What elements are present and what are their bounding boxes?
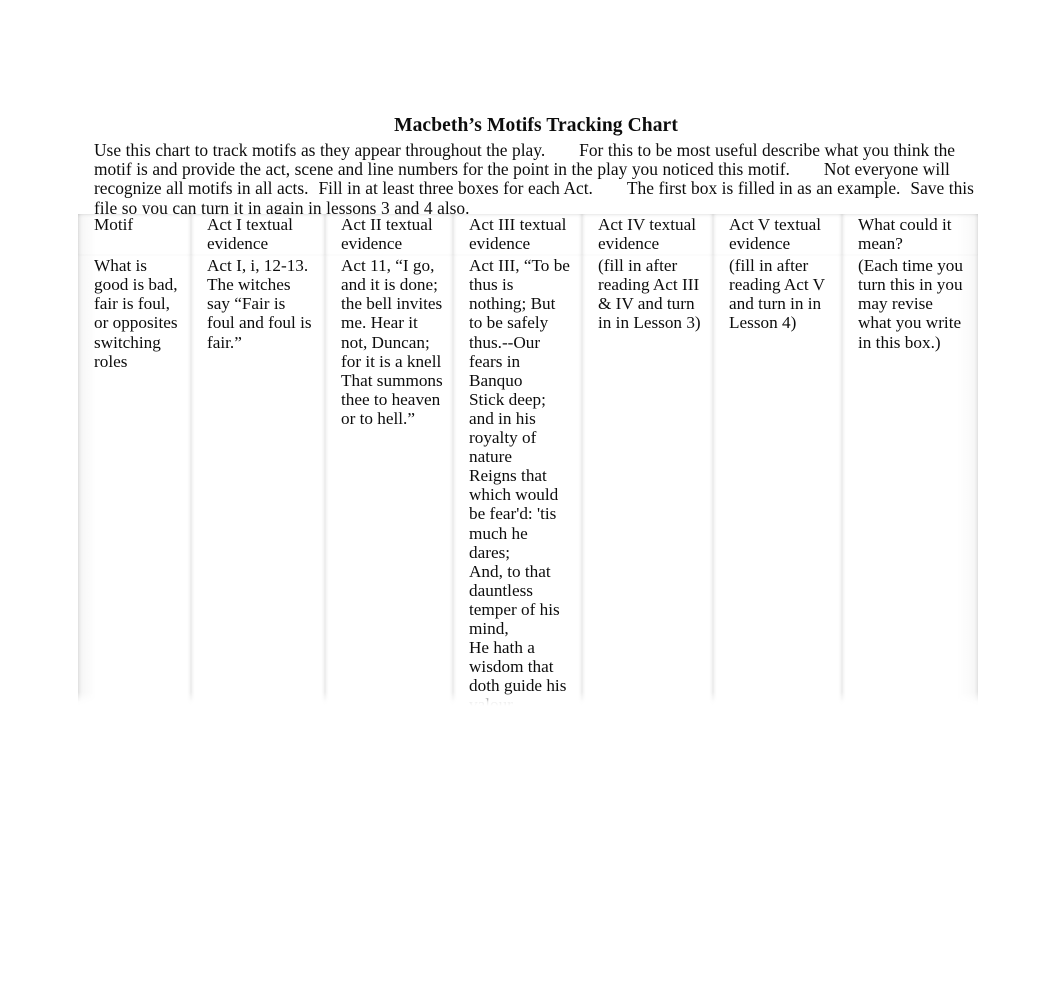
cell-motif[interactable]: What is good is bad, fair is foul, or op… (78, 255, 191, 706)
document-page: Macbeth’s Motifs Tracking Chart Use this… (0, 0, 1062, 1006)
page-title: Macbeth’s Motifs Tracking Chart (394, 115, 678, 136)
cell-act-2[interactable]: Act 11, “I go, and it is done; the bell … (325, 255, 453, 706)
document-body: Macbeth’s Motifs Tracking Chart Use this… (94, 114, 978, 218)
cell-meaning[interactable]: (Each time you turn this in you may revi… (842, 255, 978, 706)
quote-line: Stick deep; and in his royalty of nature (469, 389, 546, 467)
column-header-act-3: Act III textual evidence (453, 214, 582, 256)
cell-act-4[interactable]: (fill in after reading Act III & IV and … (582, 255, 713, 706)
cell-act-1[interactable]: Act I, i, 12-13. The witches say “Fair i… (191, 255, 325, 706)
table-header-row: Motif Act I textual evidence Act II text… (78, 214, 978, 256)
quote-line: Act III, “To be thus is nothing; But to … (469, 256, 570, 390)
instruction-sentence-4: Fill in at least three boxes for each Ac… (318, 178, 593, 199)
column-header-act-4: Act IV textual evidence (582, 214, 713, 256)
quote-line: And, to that dauntless temper of his min… (469, 561, 560, 638)
instruction-sentence-5: The first box is filled in as an example… (626, 178, 901, 199)
cell-act-3[interactable]: Act III, “To be thus is nothing; But to … (453, 255, 582, 706)
column-header-act-5: Act V textual evidence (713, 214, 842, 256)
table-row: What is good is bad, fair is foul, or op… (78, 255, 978, 706)
cell-act-5[interactable]: (fill in after reading Act V and turn in… (713, 255, 842, 706)
column-header-act-2: Act II textual evidence (325, 214, 453, 256)
motifs-table-container: Motif Act I textual evidence Act II text… (78, 214, 978, 706)
quote-line: He hath a wisdom that doth guide his val… (469, 638, 567, 706)
instruction-sentence-1: Use this chart to track motifs as they a… (94, 140, 546, 160)
column-header-motif: Motif (78, 214, 191, 256)
quote-line: Reigns that which would be fear'd: 'tis … (469, 466, 559, 562)
column-header-meaning: What could it mean? (842, 214, 978, 256)
instructions-paragraph: Use this chart to track motifs as they a… (94, 140, 978, 218)
motifs-tracking-table: Motif Act I textual evidence Act II text… (78, 214, 978, 706)
column-header-act-1: Act I textual evidence (191, 214, 325, 256)
